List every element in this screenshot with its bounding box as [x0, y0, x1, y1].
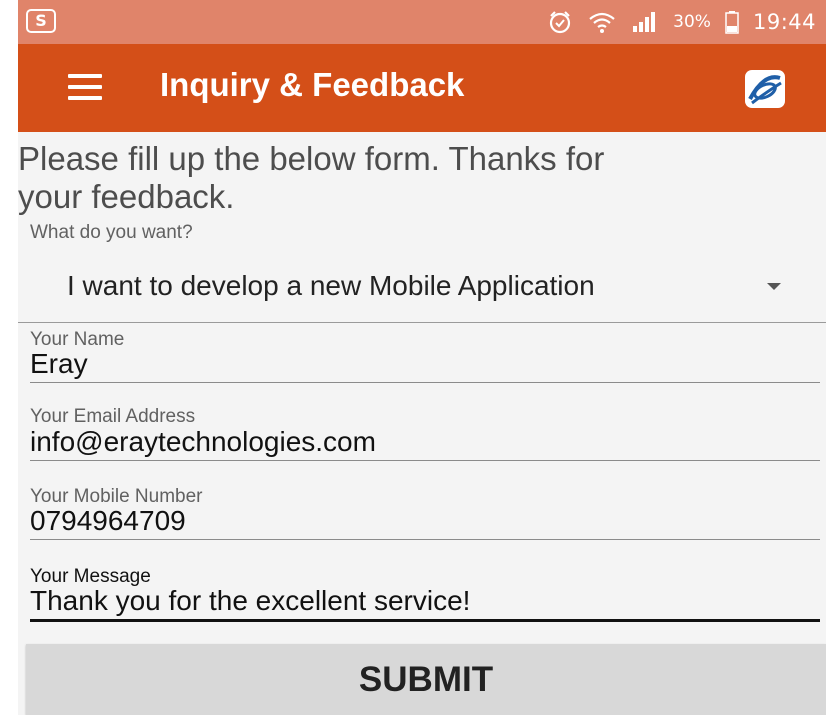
battery-icon — [725, 11, 739, 34]
battery-percent: 30% — [673, 12, 711, 32]
app-logo-icon[interactable] — [744, 69, 786, 109]
want-dropdown-value: I want to develop a new Mobile Applicati… — [67, 270, 595, 301]
mobile-input[interactable] — [30, 503, 820, 540]
message-input[interactable] — [30, 583, 820, 622]
email-input[interactable] — [30, 424, 820, 461]
status-icons: 30% 19:44 — [547, 6, 816, 38]
signal-icon — [633, 12, 656, 32]
status-bar: S 30% 19:44 — [18, 0, 826, 44]
app-bar: Inquiry & Feedback — [18, 44, 826, 132]
app-notification-icon: S — [26, 9, 56, 33]
screen: S 30% 19:44 Inquiry & Feedback Please fi… — [18, 0, 826, 715]
submit-button[interactable]: SUBMIT — [26, 644, 826, 715]
hamburger-menu-icon[interactable] — [68, 74, 102, 100]
want-label: What do you want? — [30, 222, 193, 243]
clock: 19:44 — [752, 10, 816, 34]
name-input[interactable] — [30, 346, 820, 383]
form-intro-text: Please fill up the below form. Thanks fo… — [18, 140, 605, 215]
want-dropdown[interactable]: I want to develop a new Mobile Applicati… — [18, 252, 826, 323]
page-title: Inquiry & Feedback — [160, 66, 465, 103]
dropdown-arrow-icon — [767, 283, 781, 290]
alarm-icon — [550, 11, 571, 34]
wifi-icon — [589, 12, 615, 33]
